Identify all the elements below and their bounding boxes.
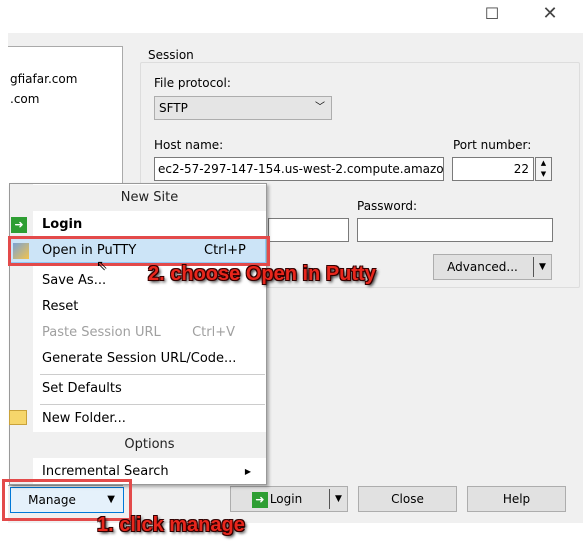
advanced-label: Advanced...	[447, 260, 518, 274]
file-protocol-value: SFTP	[159, 101, 188, 115]
menu-item-reset[interactable]: Reset	[42, 294, 257, 320]
menu-header-new-site: New Site	[33, 185, 266, 211]
menu-item-generate-url[interactable]: Generate Session URL/Code...	[42, 346, 257, 372]
menu-item-label: Incremental Search	[42, 464, 169, 479]
password-label: Password:	[357, 199, 418, 213]
annotation-step1: 1. click manage	[97, 514, 245, 536]
site-item[interactable]: .com	[8, 89, 122, 109]
annotation-step2: 2. choose Open in Putty	[148, 263, 376, 285]
host-name-label: Host name:	[154, 138, 224, 152]
advanced-button[interactable]: Advanced... ▼	[433, 254, 552, 280]
password-input[interactable]	[357, 218, 553, 242]
login-label: Login	[269, 492, 303, 506]
menu-item-login[interactable]: Login	[42, 212, 257, 238]
menu-item-set-defaults[interactable]: Set Defaults	[42, 376, 257, 402]
new-folder-icon	[9, 410, 27, 425]
dropdown-arrow-icon[interactable]: ▼	[533, 257, 551, 277]
username-input[interactable]	[268, 218, 349, 242]
maximize-icon[interactable]: ☐	[480, 4, 504, 24]
menu-item-label: Paste Session URL	[42, 325, 161, 340]
close-icon[interactable]: ✕	[538, 4, 562, 24]
menu-item-paste-url: Paste Session URL Ctrl+V	[42, 320, 257, 346]
host-name-input[interactable]: ec2-57-297-147-154.us-west-2.compute.ama…	[154, 157, 444, 181]
file-protocol-select[interactable]: SFTP ﹀	[154, 96, 332, 120]
port-input[interactable]: 22	[452, 157, 534, 181]
close-button[interactable]: Close	[358, 486, 457, 512]
menu-separator	[40, 374, 265, 375]
submenu-arrow-icon: ▶	[244, 467, 251, 476]
site-item[interactable]: gfiafar.com	[8, 69, 122, 89]
session-group-label: Session	[146, 48, 196, 62]
login-button[interactable]: ➜ Login ▼	[230, 486, 348, 512]
highlight-open-putty	[8, 236, 270, 266]
port-spinner[interactable]: ▲ ▼	[535, 157, 552, 181]
menu-separator	[40, 404, 265, 405]
help-button[interactable]: Help	[467, 486, 566, 512]
dropdown-arrow-icon[interactable]: ▼	[329, 489, 347, 509]
menu-item-shortcut: Ctrl+V	[192, 325, 235, 340]
menu-item-new-folder[interactable]: New Folder...	[42, 406, 257, 432]
chevron-down-icon: ﹀	[315, 102, 325, 113]
login-icon: ➜	[11, 217, 27, 233]
login-icon: ➜	[251, 491, 268, 508]
port-label: Port number:	[453, 138, 532, 152]
menu-header-options: Options	[33, 432, 266, 458]
file-protocol-label: File protocol:	[154, 76, 231, 90]
